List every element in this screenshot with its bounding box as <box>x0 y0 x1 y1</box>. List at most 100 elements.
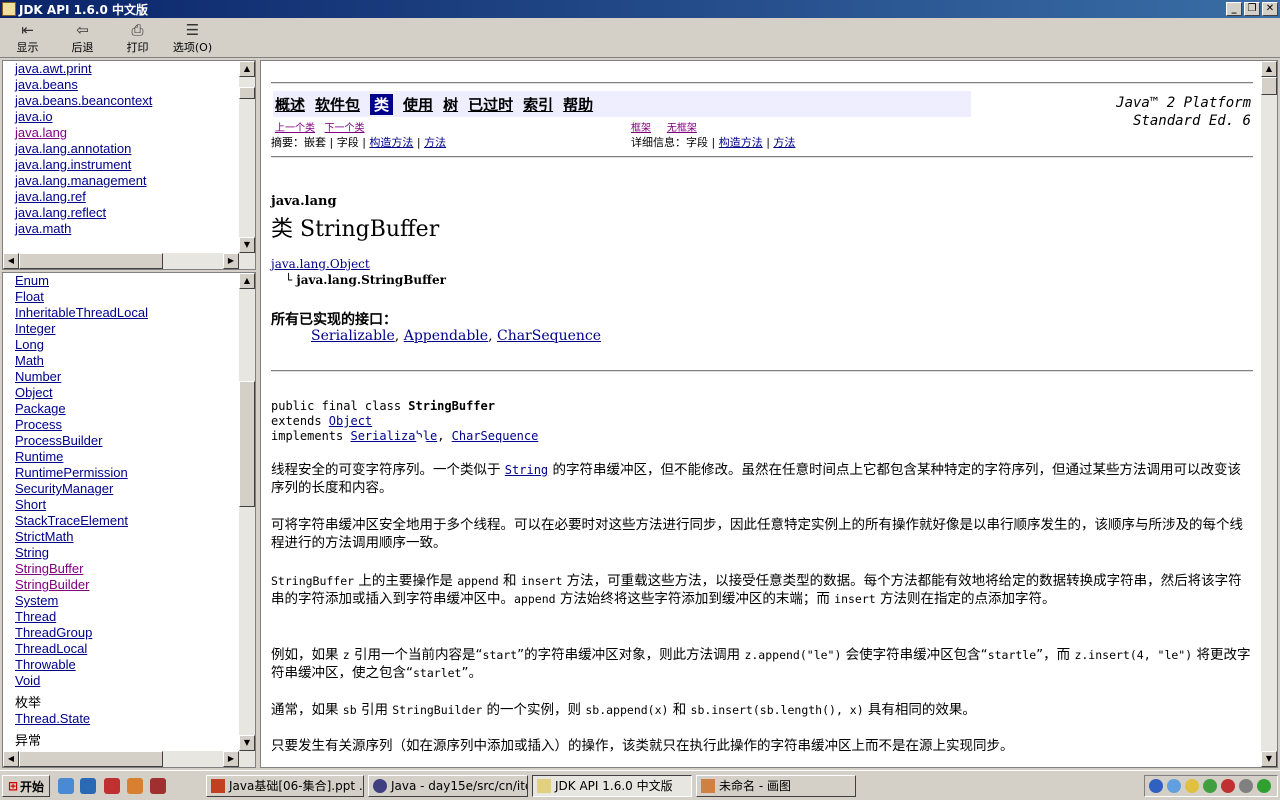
next-class-link[interactable]: 下一个类 <box>325 123 365 134</box>
minimize-button[interactable]: _ <box>1226 2 1242 16</box>
scroll-thumb[interactable] <box>239 87 255 99</box>
class-link[interactable]: Throwable <box>15 657 148 673</box>
detail-constructor-link[interactable]: 构造方法 <box>719 136 763 149</box>
task-eclipse[interactable]: Java - day15e/src/cn/itc... <box>368 775 528 797</box>
class-link[interactable]: String <box>15 545 148 561</box>
class-link[interactable]: System <box>15 593 148 609</box>
ie-quicklaunch-icon[interactable] <box>80 778 96 794</box>
package-link[interactable]: java.awt.print <box>15 61 152 77</box>
class-link[interactable]: Number <box>15 369 148 385</box>
scroll-down-arrow[interactable]: ▼ <box>239 735 255 751</box>
class-link[interactable]: StringBuilder <box>15 577 148 593</box>
scroll-left-arrow[interactable]: ◀ <box>3 253 19 269</box>
package-link[interactable]: java.lang.instrument <box>15 157 152 173</box>
enum-link[interactable]: Thread.State <box>15 711 148 727</box>
summary-constructor-link[interactable]: 构造方法 <box>369 136 413 149</box>
package-link[interactable]: java.beans <box>15 77 152 93</box>
class-link[interactable]: StrictMath <box>15 529 148 545</box>
class-link[interactable]: StackTraceElement <box>15 513 148 529</box>
close-button[interactable]: ✕ <box>1262 2 1278 16</box>
package-link[interactable]: java.math <box>15 221 152 237</box>
frames-link[interactable]: 框架 <box>631 123 651 134</box>
class-link[interactable]: ProcessBuilder <box>15 433 148 449</box>
scroll-right-arrow[interactable]: ▶ <box>223 253 239 269</box>
scroll-thumb[interactable] <box>239 381 255 507</box>
scroll-right-arrow[interactable]: ▶ <box>223 751 239 767</box>
summary-method-link[interactable]: 方法 <box>424 136 446 149</box>
print-button[interactable]: ⎙ 打印 <box>110 18 165 58</box>
class-link[interactable]: Object <box>15 385 148 401</box>
class-vscrollbar[interactable]: ▲ ▼ <box>239 273 255 751</box>
package-link[interactable]: java.lang.reflect <box>15 205 152 221</box>
task-jdk-help[interactable]: JDK API 1.6.0 中文版 <box>532 775 692 797</box>
nav-deprecated[interactable]: 已过时 <box>468 94 513 115</box>
parent-class-link[interactable]: java.lang.Object <box>271 257 370 271</box>
nav-use[interactable]: 使用 <box>403 94 433 115</box>
package-link[interactable]: java.lang.management <box>15 173 152 189</box>
string-link[interactable]: String <box>505 463 548 477</box>
nav-tree[interactable]: 树 <box>443 94 458 115</box>
restore-button[interactable]: ❐ <box>1244 2 1260 16</box>
scroll-thumb[interactable] <box>19 253 163 269</box>
tray-icon[interactable] <box>1149 779 1163 793</box>
class-link[interactable]: Long <box>15 337 148 353</box>
class-link[interactable]: Enum <box>15 273 148 289</box>
package-link[interactable]: java.io <box>15 109 152 125</box>
class-link[interactable]: Short <box>15 497 148 513</box>
class-link[interactable]: ThreadGroup <box>15 625 148 641</box>
class-link[interactable]: RuntimePermission <box>15 465 148 481</box>
class-link[interactable]: Runtime <box>15 449 148 465</box>
tray-icon[interactable] <box>1257 779 1271 793</box>
tray-icon[interactable] <box>1221 779 1235 793</box>
class-link[interactable]: StringBuffer <box>15 561 148 577</box>
prev-class-link[interactable]: 上一个类 <box>275 123 315 134</box>
media-quicklaunch-icon[interactable] <box>104 778 120 794</box>
show-button[interactable]: ⇤ 显示 <box>0 18 55 58</box>
tray-icon[interactable] <box>1185 779 1199 793</box>
class-link[interactable]: Process <box>15 417 148 433</box>
class-link[interactable]: Integer <box>15 321 148 337</box>
class-link[interactable]: Float <box>15 289 148 305</box>
detail-method-link[interactable]: 方法 <box>773 136 795 149</box>
nav-index[interactable]: 索引 <box>523 94 553 115</box>
task-powerpoint[interactable]: Java基础[06-集合].ppt ... <box>206 775 364 797</box>
class-link[interactable]: Math <box>15 353 148 369</box>
package-link[interactable]: java.lang.ref <box>15 189 152 205</box>
scroll-down-arrow[interactable]: ▼ <box>239 237 255 253</box>
nav-help[interactable]: 帮助 <box>563 94 593 115</box>
scroll-thumb[interactable] <box>1261 77 1277 95</box>
class-hscrollbar[interactable]: ◀ ▶ <box>3 751 255 767</box>
tray-icon[interactable] <box>1203 779 1217 793</box>
content-vscrollbar[interactable]: ▲ ▼ <box>1261 61 1277 767</box>
package-link[interactable]: java.beans.beancontext <box>15 93 152 109</box>
package-hscrollbar[interactable]: ◀ ▶ <box>3 253 255 269</box>
no-frames-link[interactable]: 无框架 <box>667 123 697 134</box>
class-link[interactable]: InheritableThreadLocal <box>15 305 148 321</box>
scroll-down-arrow[interactable]: ▼ <box>1261 751 1277 767</box>
scroll-thumb[interactable] <box>19 751 163 767</box>
tray-icon[interactable] <box>1239 779 1253 793</box>
tray-icon[interactable] <box>1167 779 1181 793</box>
nav-overview[interactable]: 概述 <box>275 94 305 115</box>
app2-quicklaunch-icon[interactable] <box>150 778 166 794</box>
object-link[interactable]: Object <box>329 414 372 428</box>
scroll-up-arrow[interactable]: ▲ <box>239 273 255 289</box>
desktop-quicklaunch-icon[interactable] <box>58 778 74 794</box>
class-link[interactable]: Package <box>15 401 148 417</box>
package-link[interactable]: java.lang.annotation <box>15 141 152 157</box>
class-link[interactable]: ThreadLocal <box>15 641 148 657</box>
interface-link[interactable]: Serializable <box>311 328 395 344</box>
scroll-up-arrow[interactable]: ▲ <box>239 61 255 77</box>
package-vscrollbar[interactable]: ▲ ▼ <box>239 61 255 253</box>
class-link[interactable]: Void <box>15 673 148 689</box>
app-quicklaunch-icon[interactable] <box>127 778 143 794</box>
scroll-left-arrow[interactable]: ◀ <box>3 751 19 767</box>
start-button[interactable]: ⊞ 开始 <box>2 775 50 797</box>
package-link[interactable]: java.lang <box>15 125 152 141</box>
task-paint[interactable]: 未命名 - 画图 <box>696 775 856 797</box>
scroll-up-arrow[interactable]: ▲ <box>1261 61 1277 77</box>
interface-link[interactable]: Appendable <box>404 328 488 344</box>
interface-link[interactable]: CharSequence <box>497 328 601 344</box>
back-button[interactable]: ⇦ 后退 <box>55 18 110 58</box>
charsequence-link[interactable]: CharSequence <box>452 429 539 443</box>
